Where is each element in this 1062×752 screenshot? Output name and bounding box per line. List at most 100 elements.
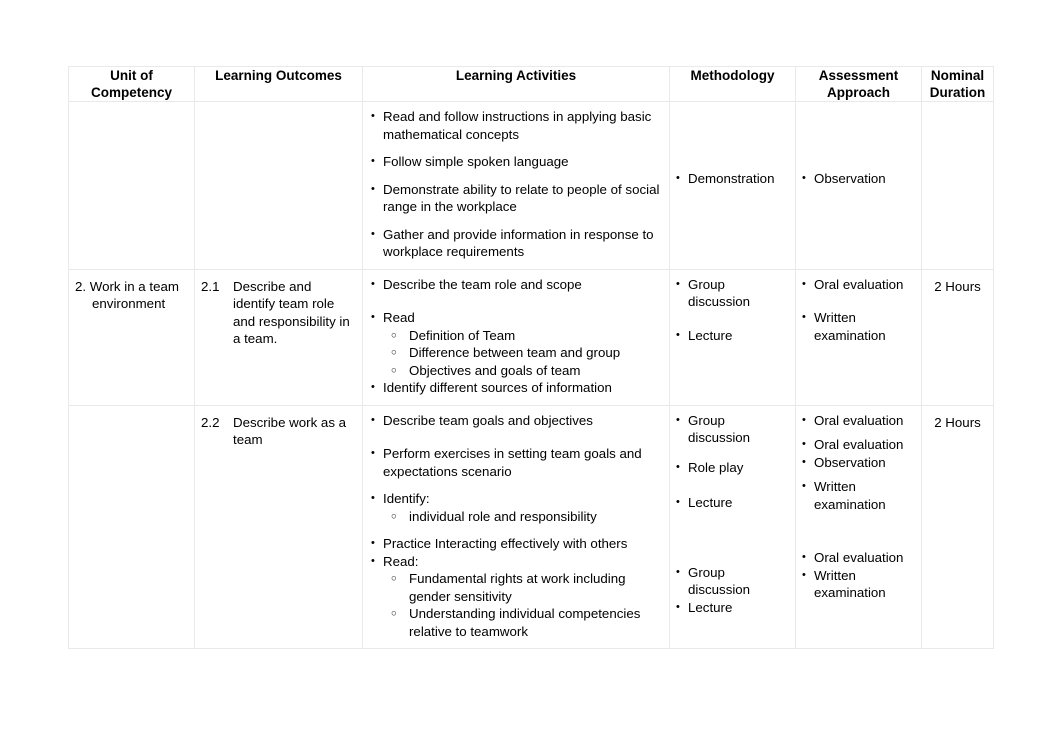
cell-assessment-approach: Oral evaluation Written examination [795, 268, 922, 406]
duration-text: 2 Hours [934, 414, 981, 430]
cell-methodology: Demonstration [669, 101, 796, 270]
unit-text [69, 102, 194, 116]
sub-list-item: Difference between team and group [383, 344, 663, 362]
list-item: Lecture [676, 326, 789, 345]
list-item: Written examination [802, 477, 915, 513]
activities-list: Read and follow instructions in applying… [371, 107, 663, 261]
methodology-list: Demonstration [676, 169, 789, 188]
column-header-nominal-duration: Nominal Duration [921, 66, 994, 102]
duration-text [922, 102, 993, 110]
list-item: Identify different sources of informatio… [371, 378, 663, 397]
outcome-wrapper: 2.1 Describe and identify team role and … [195, 270, 362, 356]
list-item: Oral evaluation [802, 435, 915, 454]
header-line-1: Nominal [930, 68, 985, 83]
column-header-methodology: Methodology [669, 66, 796, 102]
cell-learning-outcomes [194, 101, 363, 270]
list-item: Follow simple spoken language [371, 152, 663, 171]
methodology-list: Role play [676, 458, 789, 477]
activities-list: Describe the team role and scope Read De… [371, 275, 663, 397]
unit-text-wrapper: 2. Work in a team environment [69, 270, 194, 321]
sub-list-item: Fundamental rights at work including gen… [383, 570, 663, 605]
list-item: Lecture [676, 598, 789, 617]
sub-list: Fundamental rights at work including gen… [383, 570, 663, 640]
list-item: Group discussion [676, 275, 789, 311]
methodology-list-wrapper: Group discussion Role play Lecture Group [670, 406, 795, 625]
cell-learning-outcomes: 2.2 Describe work as a team [194, 404, 363, 649]
outcome-number: 2.2 [201, 414, 220, 430]
outcome-wrapper: 2.2 Describe work as a team [195, 406, 362, 457]
table-row: Read and follow instructions in applying… [68, 101, 994, 270]
sub-list-item: individual role and responsibility [383, 508, 663, 526]
cell-methodology: Group discussion Role play Lecture Group [669, 404, 796, 649]
list-item: Describe team goals and objectives [371, 411, 663, 430]
list-item: Lecture [676, 493, 789, 512]
cell-unit-of-competency [68, 404, 195, 649]
list-item: Role play [676, 458, 789, 477]
cell-unit-of-competency: 2. Work in a team environment [68, 268, 195, 406]
list-item: Oral evaluation [802, 275, 915, 294]
list-item-label: Identify: [383, 491, 430, 506]
cell-methodology: Group discussion Lecture [669, 268, 796, 406]
column-header-unit-of-competency: Unit of Competency [68, 66, 195, 102]
activities-list-wrapper: Describe the team role and scope Read De… [363, 270, 669, 405]
cell-learning-activities: Describe the team role and scope Read De… [362, 268, 670, 406]
assessment-list-wrapper: Oral evaluation Written examination [796, 270, 921, 353]
column-header-learning-activities: Learning Activities [362, 66, 670, 102]
header-line-2: Approach [826, 85, 890, 100]
list-item: Demonstrate ability to relate to people … [371, 180, 663, 216]
competency-session-plan-table: Unit of Competency Learning Outcomes Lea… [68, 66, 994, 649]
methodology-list-wrapper: Demonstration [670, 102, 795, 196]
table-header-row: Unit of Competency Learning Outcomes Lea… [68, 66, 994, 102]
outcome-text: Describe and identify team role and resp… [233, 278, 350, 347]
sub-list-item: Objectives and goals of team [383, 362, 663, 380]
header-line-1: Learning Activities [455, 68, 577, 83]
table-row: 2.2 Describe work as a team Describe tea… [68, 404, 994, 649]
assessment-list: Written examination [802, 477, 915, 513]
list-item: Read Definition of Team Difference betwe… [371, 308, 663, 380]
sub-list: individual role and responsibility [383, 508, 663, 526]
list-item: Read: Fundamental rights at work includi… [371, 552, 663, 641]
cell-learning-outcomes: 2.1 Describe and identify team role and … [194, 268, 363, 406]
list-item: Describe the team role and scope [371, 275, 663, 294]
assessment-list: Observation [802, 169, 915, 188]
list-item-label: Read [383, 310, 415, 325]
methodology-list: Group discussion Lecture [676, 275, 789, 345]
methodology-list: Group discussion [676, 411, 789, 447]
list-item: Group discussion [676, 411, 789, 447]
assessment-list-wrapper: Oral evaluation Oral evaluation Observat… [796, 406, 921, 610]
outcome-text: Describe work as a team [233, 414, 347, 448]
outcome-entry: 2.2 Describe work as a team [201, 412, 356, 449]
header-line-1: Assessment [818, 68, 899, 83]
cell-assessment-approach: Observation [795, 101, 922, 270]
cell-nominal-duration: 2 Hours [921, 268, 994, 406]
cell-learning-activities: Describe team goals and objectives Perfo… [362, 404, 670, 649]
sub-list-item: Understanding individual competencies re… [383, 605, 663, 640]
assessment-list: Oral evaluation [802, 411, 915, 430]
sub-list-item: Definition of Team [383, 327, 663, 345]
column-header-learning-outcomes: Learning Outcomes [194, 66, 363, 102]
list-item-label: Read: [383, 553, 419, 569]
table-body: Read and follow instructions in applying… [68, 101, 994, 649]
activities-list-wrapper: Read and follow instructions in applying… [363, 102, 669, 269]
list-item: Observation [802, 453, 915, 472]
outcome-number: 2.1 [201, 278, 220, 294]
list-item: Gather and provide information in respon… [371, 225, 663, 261]
unit-text [69, 406, 194, 420]
assessment-list-wrapper: Observation [796, 102, 921, 196]
list-item: Written examination [802, 566, 915, 602]
header-line-2: Duration [929, 85, 986, 100]
header-line-2: Competency [90, 85, 173, 100]
list-item: Oral evaluation [802, 411, 915, 430]
table-row: 2. Work in a team environment 2.1 Descri… [68, 268, 994, 406]
list-item: Oral evaluation [802, 548, 915, 567]
assessment-list: Oral evaluation Written examination [802, 548, 915, 602]
header-line-1: Learning Outcomes [215, 68, 342, 83]
sub-list: Definition of Team Difference between te… [383, 327, 663, 380]
document-page: Unit of Competency Learning Outcomes Lea… [0, 0, 1062, 752]
list-item: Perform exercises in setting team goals … [371, 444, 663, 480]
header-line-1: Methodology [690, 68, 775, 83]
cell-assessment-approach: Oral evaluation Oral evaluation Observat… [795, 404, 922, 649]
